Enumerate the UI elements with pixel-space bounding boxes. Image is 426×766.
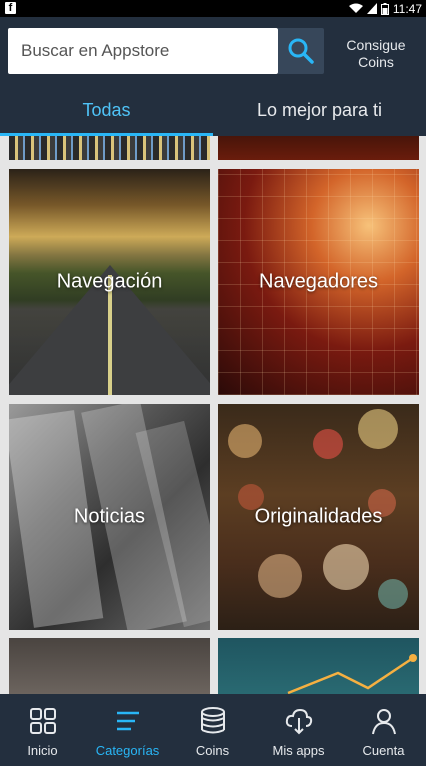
app-header: Buscar en Appstore Consigue Coins Todas …	[0, 17, 426, 136]
category-label: Navegadores	[259, 270, 378, 293]
category-label: Navegación	[56, 270, 163, 293]
category-tile-partial[interactable]	[218, 136, 419, 160]
category-tile-noticias[interactable]: Noticias	[9, 404, 210, 630]
bokeh-background-image	[323, 544, 369, 590]
battery-icon	[380, 2, 389, 15]
cloud-download-icon	[285, 708, 312, 735]
bokeh-background-image	[313, 429, 343, 459]
status-time: 11:47	[392, 1, 422, 16]
facebook-notification-icon: f	[5, 2, 16, 14]
category-tile-partial[interactable]	[9, 638, 210, 694]
nav-coins[interactable]: Coins	[170, 694, 255, 766]
bottom-navigation: Inicio Categorías Coins Mis apps Cuenta	[0, 694, 426, 766]
nav-inicio[interactable]: Inicio	[0, 694, 85, 766]
coins-icon	[200, 707, 225, 734]
status-icons: 11:47	[348, 0, 422, 17]
get-coins-line1: Consigue	[346, 37, 406, 53]
get-coins-line2: Coins	[358, 54, 394, 70]
category-label: Noticias	[73, 505, 146, 528]
search-icon	[288, 38, 314, 64]
bokeh-background-image	[358, 409, 398, 449]
person-icon	[371, 709, 396, 735]
tab-todas[interactable]: Todas	[0, 91, 213, 136]
get-coins-link[interactable]: Consigue Coins	[333, 37, 419, 71]
category-label: Originalidades	[254, 505, 383, 528]
category-tile-partial[interactable]	[9, 136, 210, 160]
bokeh-background-image	[378, 579, 408, 609]
chart-decoration-image	[287, 654, 417, 694]
nav-label: Categorías	[95, 743, 160, 758]
grid-icon	[29, 708, 56, 734]
tab-bar: Todas Lo mejor para ti	[0, 91, 426, 136]
search-input[interactable]: Buscar en Appstore	[8, 28, 278, 74]
nav-label: Coins	[195, 743, 230, 758]
category-tile-partial[interactable]	[218, 638, 419, 694]
nav-label: Inicio	[27, 743, 58, 758]
nav-mis-apps[interactable]: Mis apps	[256, 694, 341, 766]
bokeh-background-image	[258, 554, 302, 598]
search-button[interactable]	[278, 28, 324, 74]
nav-label: Mis apps	[272, 743, 325, 758]
wifi-icon	[348, 3, 363, 13]
nav-label: Cuenta	[362, 743, 405, 758]
nav-categorias[interactable]: Categorías	[85, 694, 170, 766]
nav-cuenta[interactable]: Cuenta	[341, 694, 426, 766]
signal-icon	[366, 3, 377, 14]
category-tile-originalidades[interactable]: Originalidades	[218, 404, 419, 630]
menu-icon	[116, 711, 139, 731]
category-grid: Navegación Navegadores Noticias Original…	[0, 136, 426, 694]
tab-lo-mejor-para-ti[interactable]: Lo mejor para ti	[213, 91, 426, 136]
bokeh-background-image	[228, 424, 262, 458]
status-bar: f 11:47	[0, 0, 426, 17]
category-tile-navegadores[interactable]: Navegadores	[218, 169, 419, 395]
category-tile-navegacion[interactable]: Navegación	[9, 169, 210, 395]
